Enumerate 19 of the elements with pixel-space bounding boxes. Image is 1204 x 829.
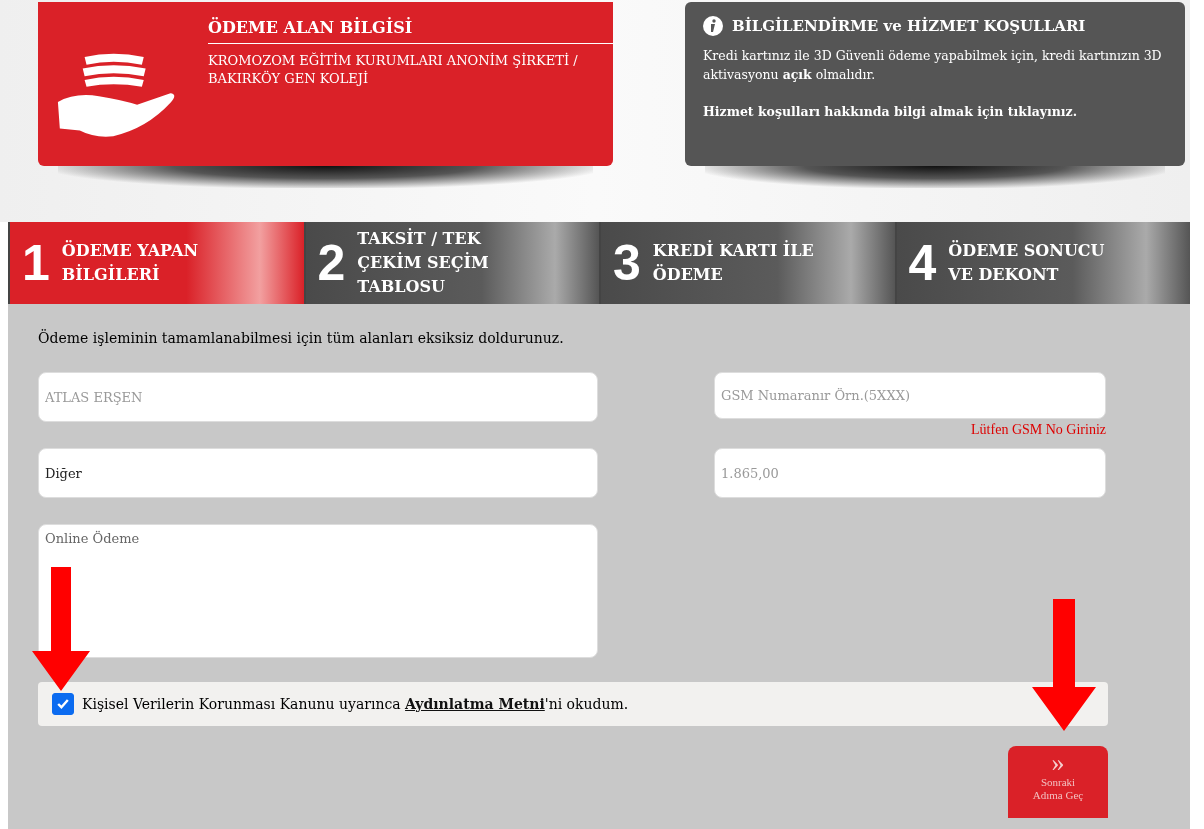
payee-title: ÖDEME ALAN BİLGİSİ — [208, 18, 613, 44]
input-field[interactable]: 1.865,00 — [714, 448, 1106, 498]
info-icon — [703, 16, 723, 36]
info-title: BİLGİLENDİRME ve HİZMET KOŞULLARI — [732, 17, 1086, 35]
checkbox[interactable] — [52, 693, 74, 715]
next-step-button[interactable]: » Sonraki Adıma Geç — [1008, 746, 1108, 818]
disclosure-link[interactable]: Aydınlatma Metni — [405, 696, 545, 712]
input-field[interactable]: ATLAS ERŞEN — [38, 372, 598, 422]
payee-name: KROMOZOM EĞİTİM KURUMLARI ANONİM ŞİRKETİ / BAKIRKÖY GEN KOLEJİ — [208, 52, 579, 88]
down-arrow-icon — [32, 567, 90, 691]
textarea-field[interactable]: Online Ödeme — [38, 524, 598, 658]
consent-text: Kişisel Verilerin Korunması Kanunu uyarınca Aydınlatma Metni'ni okudum. — [82, 696, 629, 712]
input-field[interactable]: GSM Numaranır Örn.(5XXX) — [714, 372, 1106, 419]
error-message: Lütfen GSM No Giriniz — [971, 422, 1106, 438]
down-arrow-icon — [1032, 599, 1096, 731]
info-text: Kredi kartınız ile 3D Güvenli ödeme yapabilmek için, kredi kartınızın 3D aktivasyonu açık olmalıdır. — [703, 47, 1163, 84]
input-field[interactable]: Diğer — [38, 448, 598, 498]
instruction-text: Ödeme işleminin tamamlanabilmesi için tüm alanları eksiksiz doldurunuz. — [38, 330, 565, 346]
terms-link[interactable]: Hizmet koşulları hakkında bilgi almak için tıklayınız. — [703, 104, 1078, 119]
